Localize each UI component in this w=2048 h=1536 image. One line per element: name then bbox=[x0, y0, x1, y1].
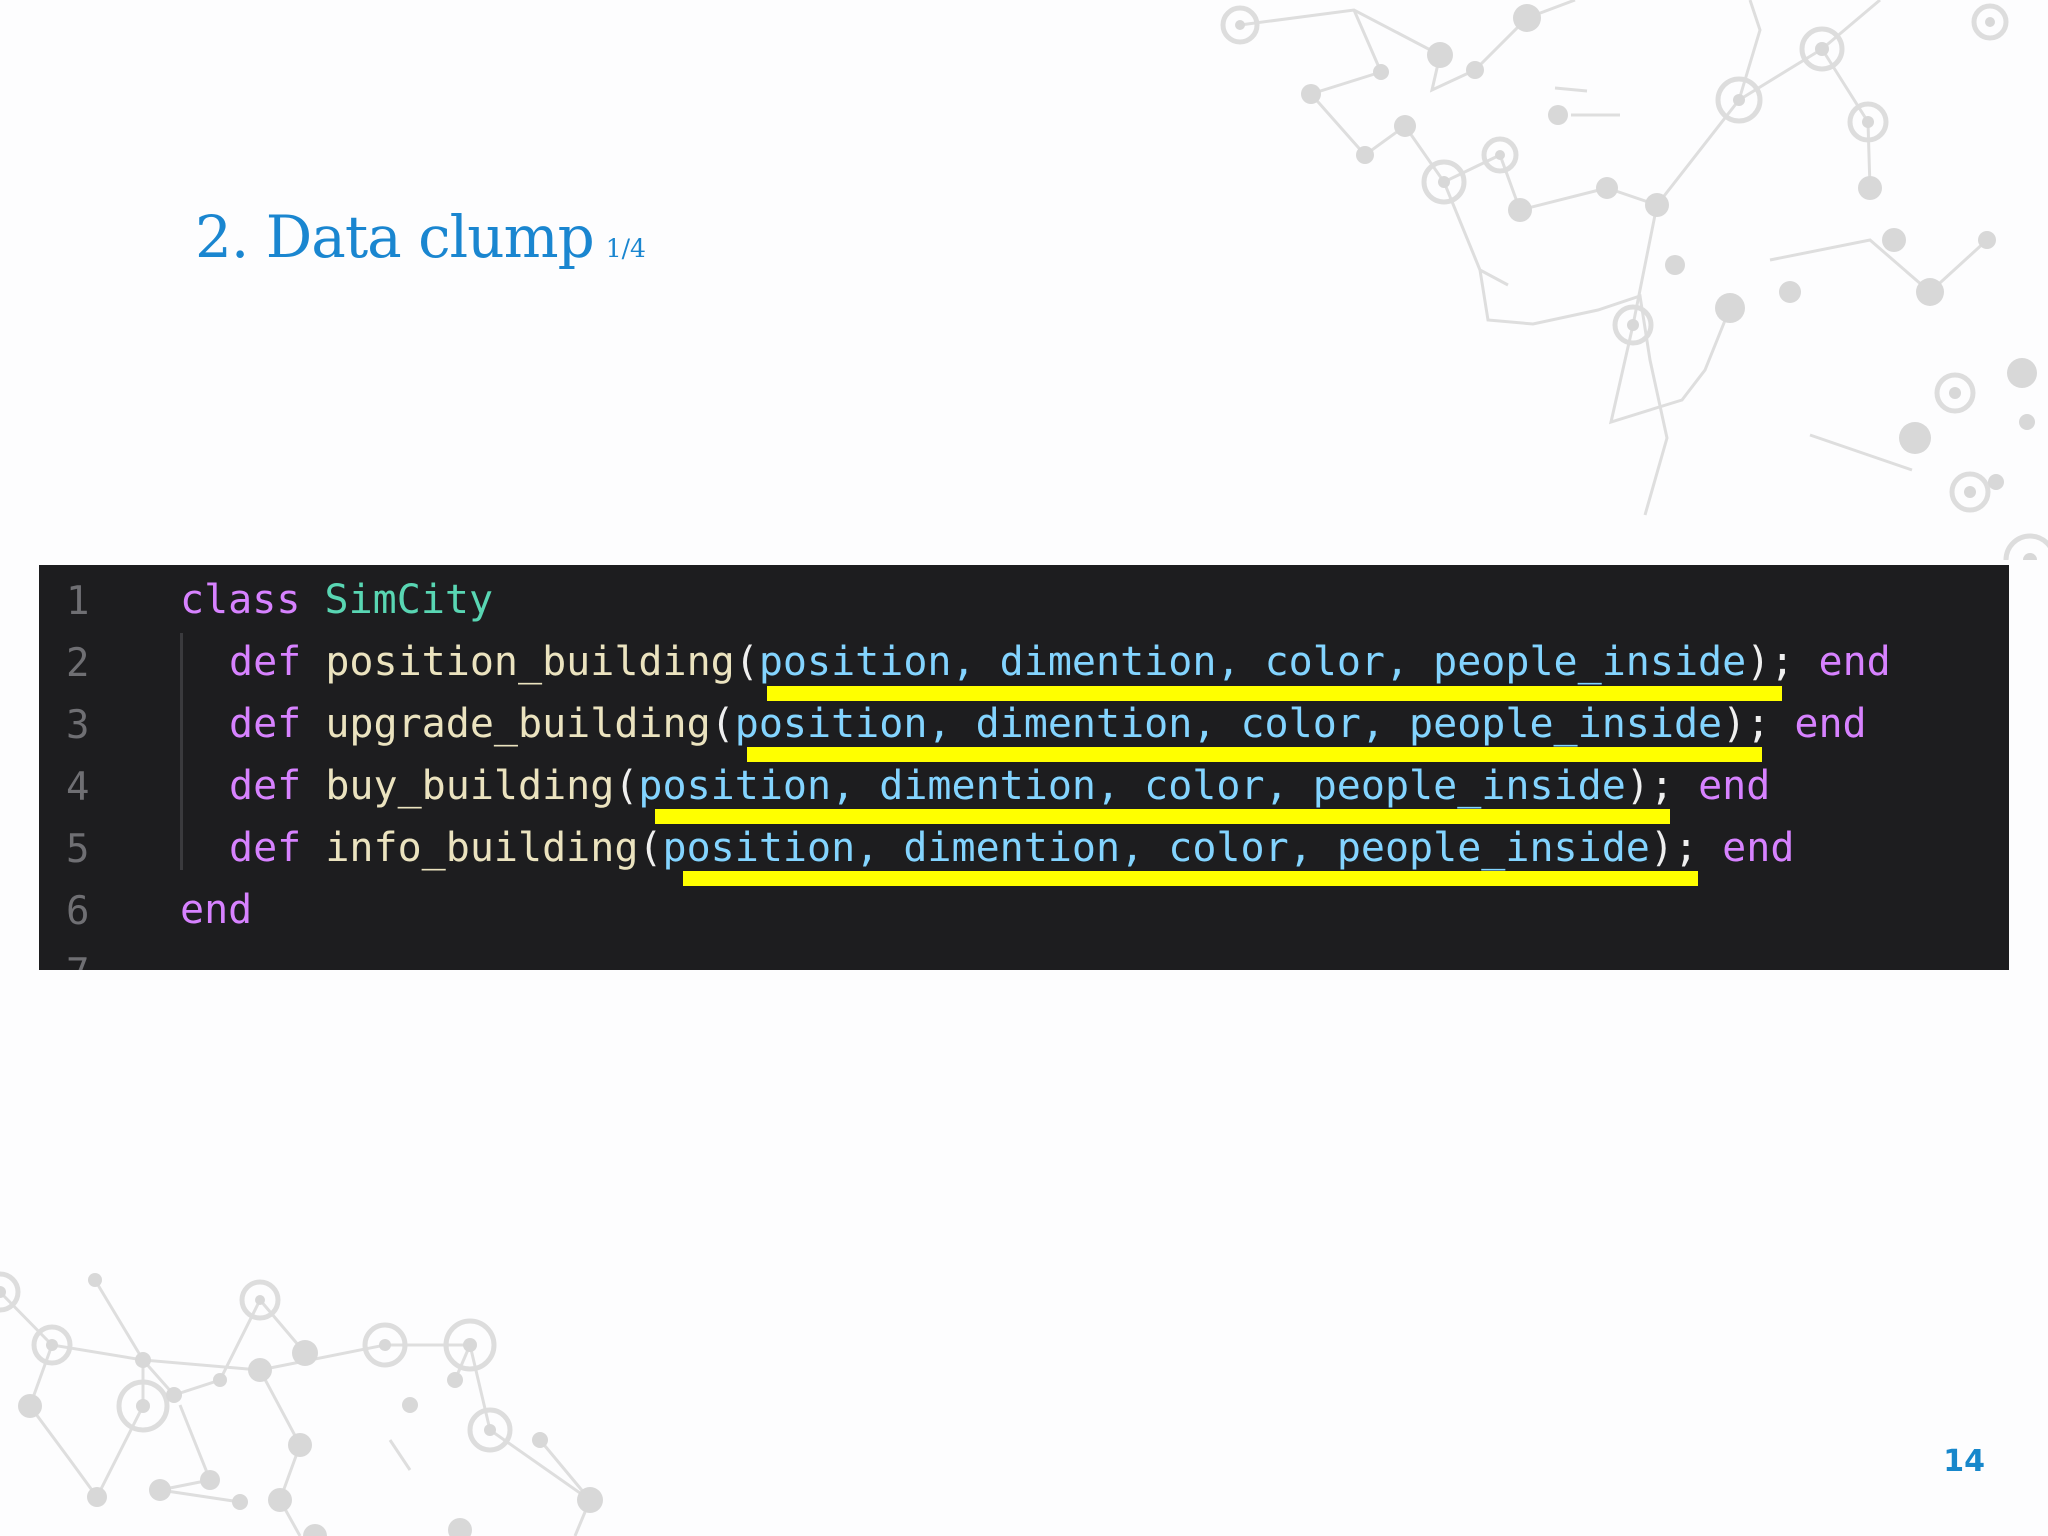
line-number-7: 7 bbox=[66, 951, 126, 970]
method-name: upgrade_building bbox=[325, 701, 711, 747]
code-line-4: def buy_building(position, dimention, co… bbox=[229, 766, 1770, 806]
end-keyword: end bbox=[1794, 701, 1867, 747]
def-keyword: def bbox=[229, 825, 302, 871]
statement-close: ); bbox=[1625, 763, 1674, 809]
network-decoration-top-right bbox=[1220, 0, 2048, 560]
line-number-6: 6 bbox=[66, 889, 90, 934]
line-number-4: 4 bbox=[66, 765, 90, 810]
class-name: SimCity bbox=[324, 577, 494, 623]
end-keyword: end bbox=[180, 887, 253, 933]
def-keyword: def bbox=[229, 763, 302, 809]
statement-close: ); bbox=[1722, 701, 1771, 747]
parameter-list: position, dimention, color, people_insid… bbox=[662, 825, 1650, 871]
code-screenshot: 1 2 3 4 5 6 7 class SimCity def position… bbox=[39, 565, 2009, 970]
end-keyword: end bbox=[1722, 825, 1795, 871]
method-name: position_building bbox=[325, 639, 735, 685]
line-number-5: 5 bbox=[66, 827, 90, 872]
code-line-3: def upgrade_building(position, dimention… bbox=[229, 704, 1867, 744]
indent-guide bbox=[180, 633, 183, 870]
parameter-highlight-line-5 bbox=[683, 871, 1698, 886]
open-paren: ( bbox=[734, 639, 759, 685]
end-keyword: end bbox=[1818, 639, 1891, 685]
def-keyword: def bbox=[229, 701, 302, 747]
end-keyword: end bbox=[1698, 763, 1771, 809]
slide-title-main: 2. Data clump bbox=[195, 203, 595, 271]
code-line-2: def position_building(position, dimentio… bbox=[229, 642, 1891, 682]
line-number-2: 2 bbox=[66, 641, 90, 686]
def-keyword: def bbox=[229, 639, 302, 685]
open-paren: ( bbox=[710, 701, 735, 747]
line-number-3: 3 bbox=[66, 703, 90, 748]
method-name: buy_building bbox=[325, 763, 615, 809]
parameter-highlight-line-4 bbox=[655, 809, 1670, 824]
line-number-1: 1 bbox=[66, 579, 90, 624]
statement-close: ); bbox=[1746, 639, 1795, 685]
parameter-highlight-line-2 bbox=[767, 686, 1782, 701]
code-line-5: def info_building(position, dimention, c… bbox=[229, 828, 1794, 868]
code-line-1: class SimCity bbox=[180, 580, 493, 620]
parameter-list: position, dimention, color, people_insid… bbox=[638, 763, 1626, 809]
parameter-list: position, dimention, color, people_insid… bbox=[734, 701, 1723, 747]
open-paren: ( bbox=[614, 763, 639, 809]
statement-close: ); bbox=[1649, 825, 1699, 871]
parameter-list: position, dimention, color, people_insid… bbox=[758, 639, 1747, 685]
class-keyword: class bbox=[180, 577, 301, 623]
slide-title-part-indicator: 1/4 bbox=[605, 234, 646, 263]
method-name: info_building bbox=[325, 825, 639, 871]
page-number: 14 bbox=[1943, 1444, 1985, 1479]
network-decoration-bottom-left bbox=[0, 1271, 603, 1536]
parameter-highlight-line-3 bbox=[747, 747, 1762, 762]
slide-title: 2. Data clump 1/4 bbox=[195, 208, 646, 266]
code-line-6: end bbox=[180, 890, 252, 930]
open-paren: ( bbox=[638, 825, 663, 871]
